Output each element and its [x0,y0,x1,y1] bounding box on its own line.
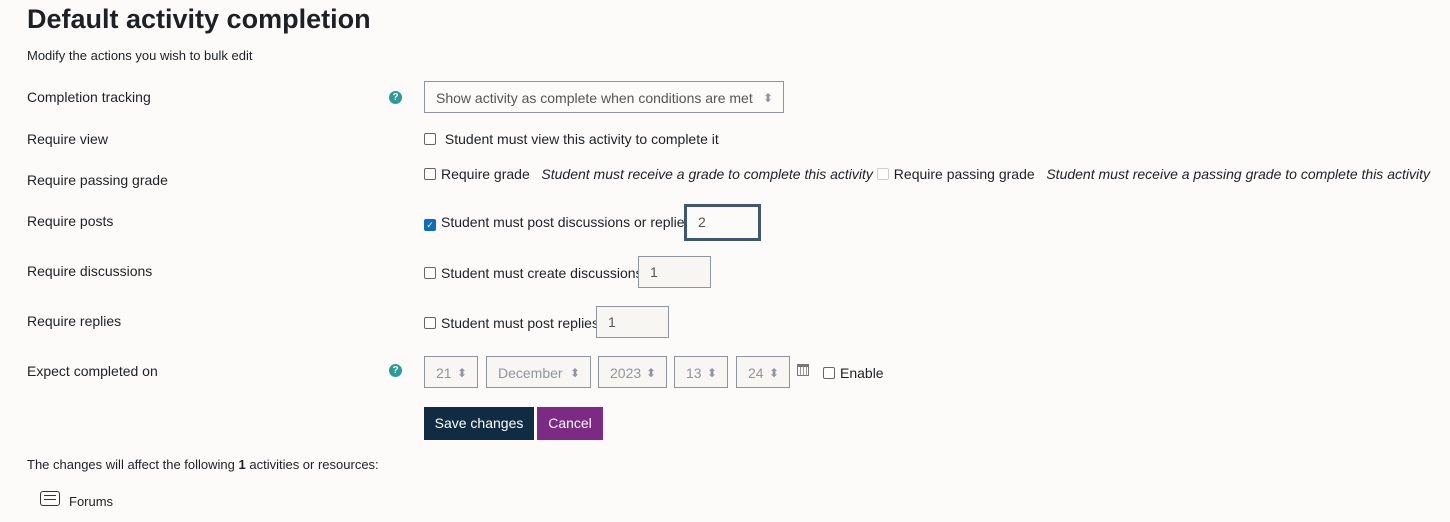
require-grade-help: Student must receive a grade to complete… [541,166,873,182]
day-select[interactable]: 21 ⬍ [424,356,478,388]
chevron-updown-icon: ⬍ [768,366,779,380]
require-view-label: Require view [27,131,108,147]
require-posts-text: Student must post discussions or replies… [441,214,696,230]
hour-select[interactable]: 13 ⬍ [674,356,728,388]
minute-value: 24 [748,365,764,381]
cancel-button[interactable]: Cancel [537,407,603,440]
month-value: December [498,365,563,381]
minute-select[interactable]: 24 ⬍ [736,356,790,388]
require-grade-text: Require grade [441,166,530,182]
require-discussions-input[interactable]: 1 [638,256,711,288]
month-select[interactable]: December ⬍ [486,356,591,388]
help-icon[interactable]: ? [389,91,402,104]
chevron-updown-icon: ⬍ [456,366,467,380]
calendar-icon[interactable] [797,364,809,376]
require-discussions-checkbox[interactable] [424,267,436,279]
completion-tracking-label: Completion tracking [27,89,151,105]
chevron-updown-icon: ⬍ [645,366,656,380]
page-title: Default activity completion [27,4,371,34]
completion-tracking-select[interactable]: Show activity as complete when condition… [424,81,784,113]
require-posts-checkbox[interactable]: ✓ [424,219,436,231]
enable-checkbox[interactable] [823,367,835,379]
require-posts-input[interactable]: 2 [684,204,761,241]
require-replies-text: Student must post replies: [441,315,603,331]
year-value: 2023 [610,365,642,381]
require-replies-input[interactable]: 1 [596,306,669,338]
require-passing-grade-text: Require passing grade [893,166,1035,182]
require-passing-grade-checkbox[interactable] [876,168,889,180]
require-discussions-text: Student must create discussions: [441,265,647,281]
require-view-checkbox[interactable] [424,133,436,145]
require-grade-checkbox[interactable] [424,168,436,180]
activity-forums[interactable]: Forums [69,494,113,509]
help-icon[interactable]: ? [389,364,402,377]
require-replies-checkbox[interactable] [424,317,436,329]
completion-tracking-value: Show activity as complete when condition… [436,90,753,106]
hour-value: 13 [686,365,702,381]
chevron-updown-icon: ⬍ [762,91,773,105]
page-subtitle: Modify the actions you wish to bulk edit [27,48,253,63]
forum-icon [40,491,60,506]
chevron-updown-icon: ⬍ [706,366,717,380]
require-posts-label: Require posts [27,213,114,229]
year-select[interactable]: 2023 ⬍ [598,356,667,388]
expect-completed-label: Expect completed on [27,363,158,379]
chevron-updown-icon: ⬍ [569,366,580,380]
affect-text: The changes will affect the following 1 … [27,457,379,472]
require-discussions-label: Require discussions [27,263,153,279]
affect-prefix: The changes will affect the following [27,457,239,472]
save-changes-button[interactable]: Save changes [424,407,534,440]
require-passing-grade-label: Require passing grade [27,172,168,188]
affect-suffix: activities or resources: [245,457,379,472]
require-view-text: Student must view this activity to compl… [444,131,719,147]
affect-count: 1 [238,457,246,472]
require-passing-grade-help: Student must receive a passing grade to … [1046,166,1430,182]
day-value: 21 [436,365,452,381]
require-replies-label: Require replies [27,313,122,329]
enable-label: Enable [840,365,884,381]
